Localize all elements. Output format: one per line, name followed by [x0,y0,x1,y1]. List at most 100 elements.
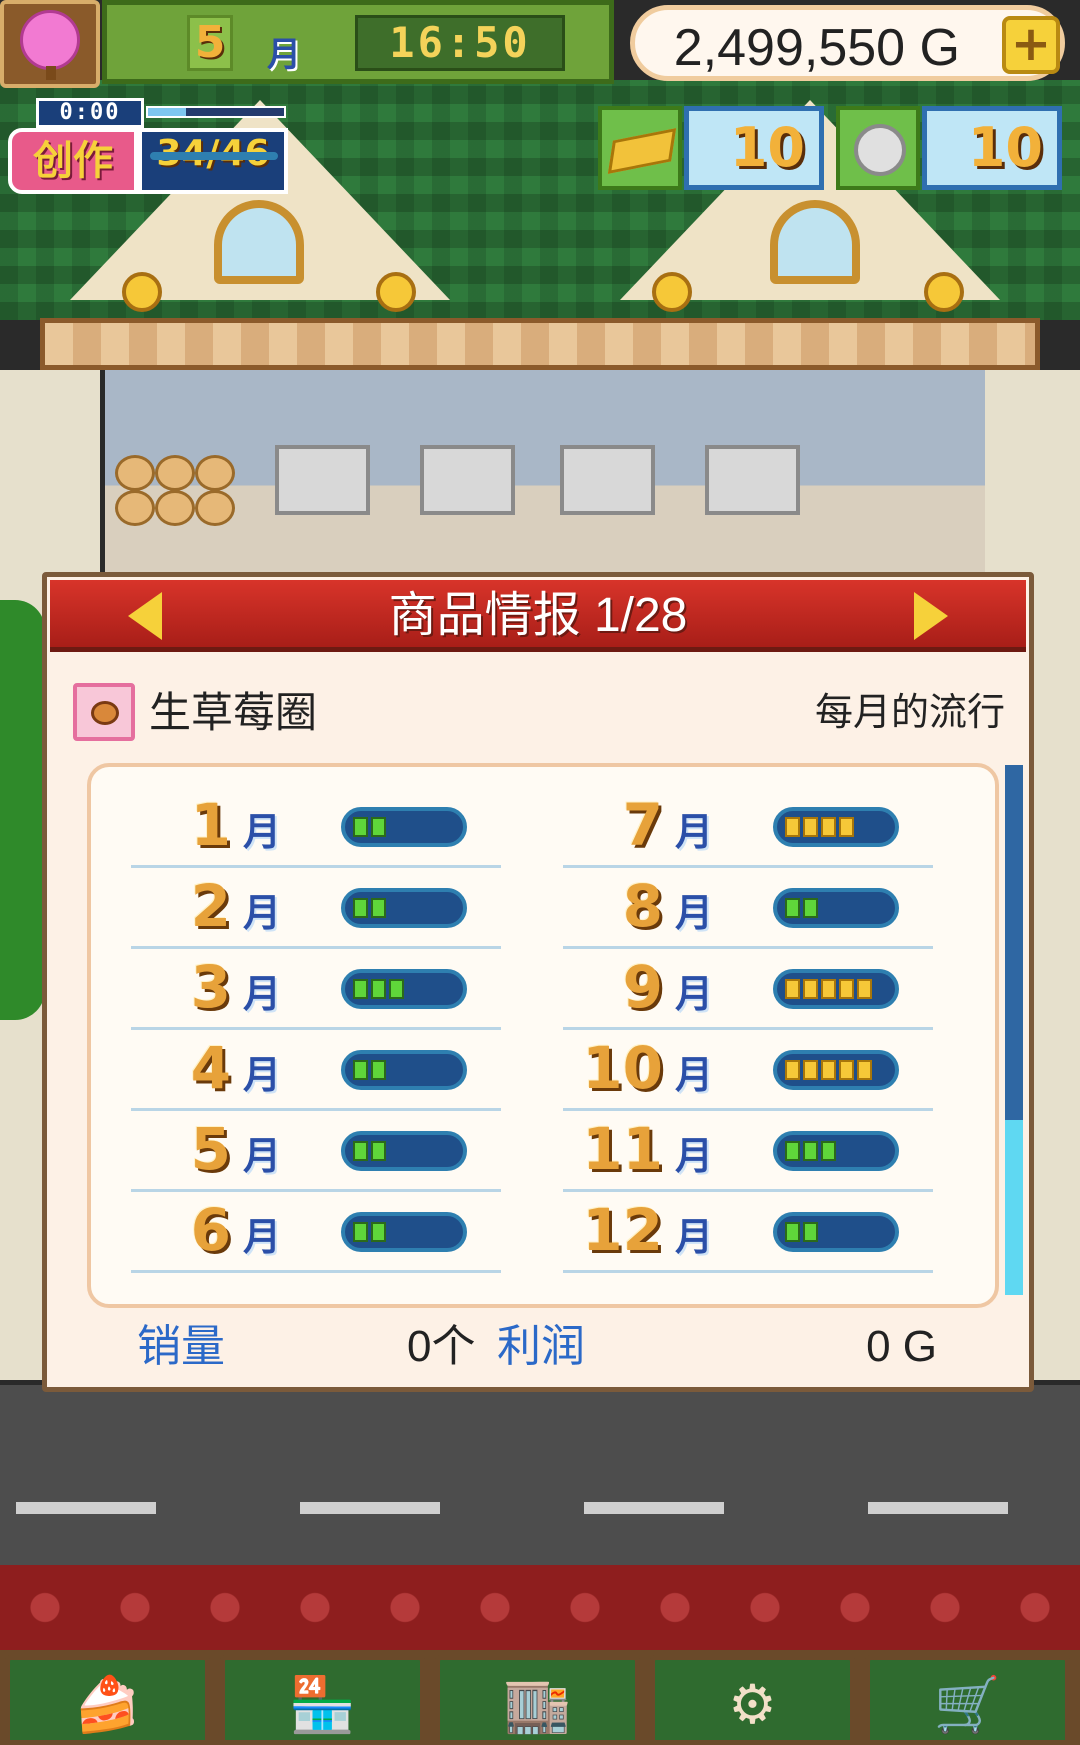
month-unit: 月 [675,1053,714,1097]
gold-count: 10 [684,106,824,190]
road-line [868,1502,1008,1514]
month-unit: 月 [675,810,714,854]
shop-awning [40,318,1040,370]
trend-segment [371,1060,386,1080]
sales-label: 销量 [137,1322,225,1371]
month-number: 1 [190,791,231,859]
bread-item [115,455,155,491]
month-unit: 月 [243,810,282,854]
tree [0,600,45,1020]
product-name: 生草莓圈 [149,689,318,736]
month-unit: 月 [675,1215,714,1259]
month-trend-row: 12 月 [563,1192,933,1273]
trend-segment [353,979,368,999]
month-trend-row: 7月 [563,787,933,868]
product-info-panel: 商品情报 1/28 生草莓圈 每月的流行 1月2月3月4月5月6月 7月8月9月… [42,572,1034,1392]
month-number: 3 [190,953,231,1021]
trend-segment [821,979,836,999]
next-arrow-icon[interactable] [914,592,948,640]
trend-bar [773,1131,899,1171]
month-unit: 月 [267,35,301,75]
oven [560,445,655,515]
road-line [16,1502,156,1514]
scrollbar-thumb[interactable] [1005,1120,1023,1295]
bread-item [115,490,155,526]
trend-segment [803,1222,818,1242]
silver-count: 10 [922,106,1062,190]
trend-bar [341,1131,467,1171]
month-unit: 月 [675,891,714,935]
trend-bar [341,1050,467,1090]
lamp-icon [924,272,964,312]
trend-segment [857,1060,872,1080]
create-progress-bar [146,106,286,118]
bottom-nav-store[interactable]: 🏬 [435,1655,640,1745]
bottom-nav-cart[interactable]: 🛒 [865,1655,1070,1745]
trend-segment [857,979,872,999]
trend-segment [803,1141,818,1161]
add-money-button[interactable]: + [1002,16,1060,74]
create-timer: 0:00 [36,98,144,128]
month-number: 7 [622,791,663,859]
monthly-trend-box: 1月2月3月4月5月6月 7 月 8 月 9 月 10 月 11 月 12 月 [87,763,999,1308]
store-front-icon: 🏬 [503,1673,572,1736]
road-line [584,1502,724,1514]
trend-segment [371,898,386,918]
trend-label: 每月的流行 [814,692,1005,734]
trend-segment [353,898,368,918]
bread-item [195,455,235,491]
trend-segment [371,817,386,837]
trend-segment [803,898,818,918]
month-number: 8 [622,872,663,940]
bread-item [155,455,195,491]
scrollbar[interactable] [1005,765,1023,1295]
month-number: 5 [190,1115,231,1183]
panel-title: 商品情报 1/28 [388,589,688,642]
oven [420,445,515,515]
month-unit: 月 [675,972,714,1016]
trend-segment [785,898,800,918]
cake-icon: 🍰 [73,1673,142,1736]
create-label: 创作 [8,128,138,194]
money-display: 2,499,550 G + [630,5,1065,81]
trend-segment [839,979,854,999]
month-trend-row: 11 月 [563,1111,933,1192]
trend-bar [773,888,899,928]
trend-segment [821,817,836,837]
profile-button[interactable] [0,0,100,88]
oven [275,445,370,515]
bottom-nav-cake[interactable]: 🍰 [5,1655,210,1745]
trend-segment [785,1141,800,1161]
month-unit: 月 [243,1215,282,1259]
month-number: 6 [190,1196,231,1264]
coin-icon [836,106,920,190]
date-display: 5 月 16:50 [102,0,614,84]
bottom-nav-tools[interactable]: ⚙ [650,1655,855,1745]
month-trend-row: 4月 [131,1030,501,1111]
donut-icon [73,683,135,741]
month-number: 4 [190,1034,231,1102]
create-status[interactable]: 0:00 创作 34/46 [8,98,292,196]
attic-window [214,200,304,284]
sales-value: 0个 [407,1322,476,1371]
trend-bar [773,807,899,847]
trend-segment [353,1060,368,1080]
month-trend-row: 1月 [131,787,501,868]
trend-segment [803,1060,818,1080]
trend-segment [785,817,800,837]
bottom-nav-shop[interactable]: 🏪 [220,1655,425,1745]
trend-bar [773,1212,899,1252]
trend-segment [821,1141,836,1161]
oven [705,445,800,515]
lamp-icon [122,272,162,312]
tree-trunk [46,66,56,80]
trend-segment [803,979,818,999]
trend-segment [353,817,368,837]
month-number: 12 [582,1196,663,1264]
road-line [300,1502,440,1514]
trend-segment [785,1222,800,1242]
trend-column-right: 7 月 8 月 9 月 10 月 11 月 12 月 [563,787,933,1273]
trend-segment [371,1222,386,1242]
trend-bar [341,1212,467,1252]
road [0,1385,1080,1565]
